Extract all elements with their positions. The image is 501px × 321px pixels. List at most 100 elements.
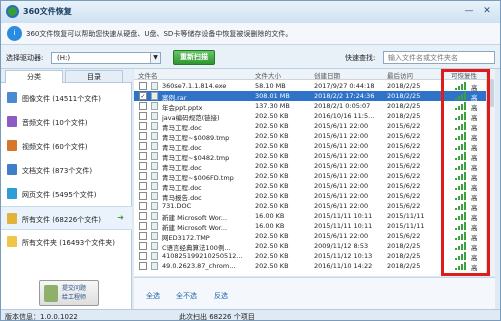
cell-created: 2015/6/11 22:00 — [314, 192, 369, 200]
row-checkbox[interactable] — [139, 152, 147, 160]
cell-accessed: 2018/2/25 — [387, 242, 421, 250]
category-item[interactable]: 所有文件 (68226个文件) ➜ — [1, 206, 132, 230]
info-icon: i — [7, 26, 22, 41]
select-all-link[interactable]: 全选 — [146, 291, 160, 301]
row-checkbox[interactable] — [139, 212, 147, 220]
rescan-button[interactable]: 重新扫描 — [173, 50, 215, 65]
chevron-down-icon[interactable]: ▼ — [150, 53, 160, 63]
category-label: 视频文件 (60个文件) — [22, 143, 88, 151]
audio-icon — [7, 116, 17, 127]
cell-size: 202.50 KB — [255, 182, 289, 190]
col-accessed[interactable]: 最后访问 — [387, 70, 413, 80]
row-checkbox[interactable] — [139, 262, 147, 270]
cell-size: 202.50 KB — [255, 262, 289, 270]
cell-accessed: 2015/11/11 — [387, 212, 425, 220]
row-checkbox[interactable] — [139, 142, 147, 150]
window-title: 360文件恢复 — [23, 7, 72, 16]
file-icon — [151, 132, 158, 140]
col-created[interactable]: 创建日期 — [314, 70, 340, 80]
row-checkbox[interactable] — [139, 112, 147, 120]
cell-created: 2018/2/1 0:05:07 — [314, 102, 371, 110]
cell-name: 360se7.1.1.814.exe — [162, 82, 227, 90]
file-icon — [151, 252, 158, 260]
app-logo-icon — [6, 5, 19, 18]
minimize-button[interactable]: — — [463, 5, 475, 17]
folder-icon — [7, 236, 17, 247]
category-item[interactable]: 网页文件 (5495个文件) — [1, 182, 132, 206]
engineer-icon — [44, 285, 58, 302]
cell-size: 202.50 KB — [255, 132, 289, 140]
row-checkbox[interactable] — [139, 102, 147, 110]
row-checkbox[interactable] — [139, 162, 147, 170]
close-button[interactable]: ✕ — [481, 5, 493, 17]
cell-created: 2015/6/11 22:00 — [314, 122, 369, 130]
invert-selection-link[interactable]: 反选 — [214, 291, 228, 301]
cell-accessed: 2015/6/22 — [387, 152, 421, 160]
video-icon — [7, 140, 17, 151]
cell-created: 2015/6/11 22:00 — [314, 142, 369, 150]
col-size[interactable]: 文件大小 — [255, 70, 281, 80]
file-icon — [151, 162, 158, 170]
cell-accessed: 2018/2/25 — [387, 82, 421, 90]
cell-created: 2015/6/11 22:00 — [314, 162, 369, 170]
highlight-annotation — [441, 69, 490, 276]
all-files-icon — [7, 213, 17, 224]
category-item[interactable]: 图像文件 (14511个文件) — [1, 86, 132, 110]
file-icon — [151, 122, 158, 130]
row-checkbox[interactable] — [139, 242, 147, 250]
file-icon — [151, 182, 158, 190]
row-checkbox[interactable] — [139, 222, 147, 230]
cell-size: 202.50 KB — [255, 162, 289, 170]
row-checkbox[interactable] — [139, 192, 147, 200]
cell-size: 202.50 KB — [255, 232, 289, 240]
select-none-link[interactable]: 全不选 — [176, 291, 197, 301]
cell-created: 2015/11/11 10:11 — [314, 212, 373, 220]
cell-accessed: 2018/2/25 — [387, 102, 421, 110]
cell-accessed: 2015/6/22 — [387, 192, 421, 200]
row-checkbox[interactable] — [139, 232, 147, 240]
cell-accessed: 2015/6/22 — [387, 162, 421, 170]
cell-size: 308.01 MB — [255, 92, 290, 100]
category-label: 图像文件 (14511个文件) — [22, 95, 101, 103]
cell-created: 2017/9/27 0:44:18 — [314, 82, 375, 90]
file-icon — [151, 172, 158, 180]
row-checkbox[interactable]: ✓ — [139, 92, 147, 100]
category-label: 文档文件 (873个文件) — [22, 167, 93, 175]
arrow-right-icon: ➜ — [117, 213, 124, 222]
file-icon — [151, 202, 158, 210]
cell-accessed: 2015/6/22 — [387, 172, 421, 180]
tab-category[interactable]: 分类 — [5, 70, 63, 83]
row-checkbox[interactable] — [139, 172, 147, 180]
scan-count: 此次扫出 68226 个项目 — [179, 313, 255, 321]
drive-select[interactable]: (H:) ▼ — [51, 52, 161, 64]
webpage-icon — [7, 188, 17, 199]
version-info: 版本信息：1.0.0.1022 — [5, 313, 78, 321]
submit-issue-button[interactable]: 提交问题 给工程师 — [39, 280, 99, 306]
row-checkbox[interactable] — [139, 252, 147, 260]
file-icon — [151, 212, 158, 220]
row-checkbox[interactable] — [139, 122, 147, 130]
col-name[interactable]: 文件名 — [138, 70, 158, 80]
category-item[interactable]: 文档文件 (873个文件) — [1, 158, 132, 182]
row-checkbox[interactable] — [139, 202, 147, 210]
category-panel: 分类 目录 图像文件 (14511个文件) 音频文件 (10个文件) 视频文件 (6… — [1, 69, 132, 309]
row-checkbox[interactable] — [139, 182, 147, 190]
cell-created: 2015/6/11 22:00 — [314, 172, 369, 180]
row-checkbox[interactable] — [139, 132, 147, 140]
cell-size: 202.50 KB — [255, 142, 289, 150]
file-icon — [151, 222, 158, 230]
row-checkbox[interactable] — [139, 82, 147, 90]
file-icon — [151, 242, 158, 250]
cell-created: 2015/6/11 22:00 — [314, 232, 369, 240]
cell-accessed: 2015/6/22 — [387, 142, 421, 150]
file-icon — [151, 152, 158, 160]
category-item[interactable]: 音频文件 (10个文件) — [1, 110, 132, 134]
category-item[interactable]: 所有文件夹 (16493个文件夹) — [1, 230, 132, 254]
title-bar: 360文件恢复 — ✕ — [1, 1, 500, 23]
search-input[interactable] — [383, 51, 495, 64]
tab-directory[interactable]: 目录 — [65, 70, 123, 83]
image-icon — [7, 92, 17, 103]
category-item[interactable]: 视频文件 (60个文件) — [1, 134, 132, 158]
file-icon — [151, 102, 158, 110]
drive-label: 选择驱动器: — [6, 54, 44, 62]
